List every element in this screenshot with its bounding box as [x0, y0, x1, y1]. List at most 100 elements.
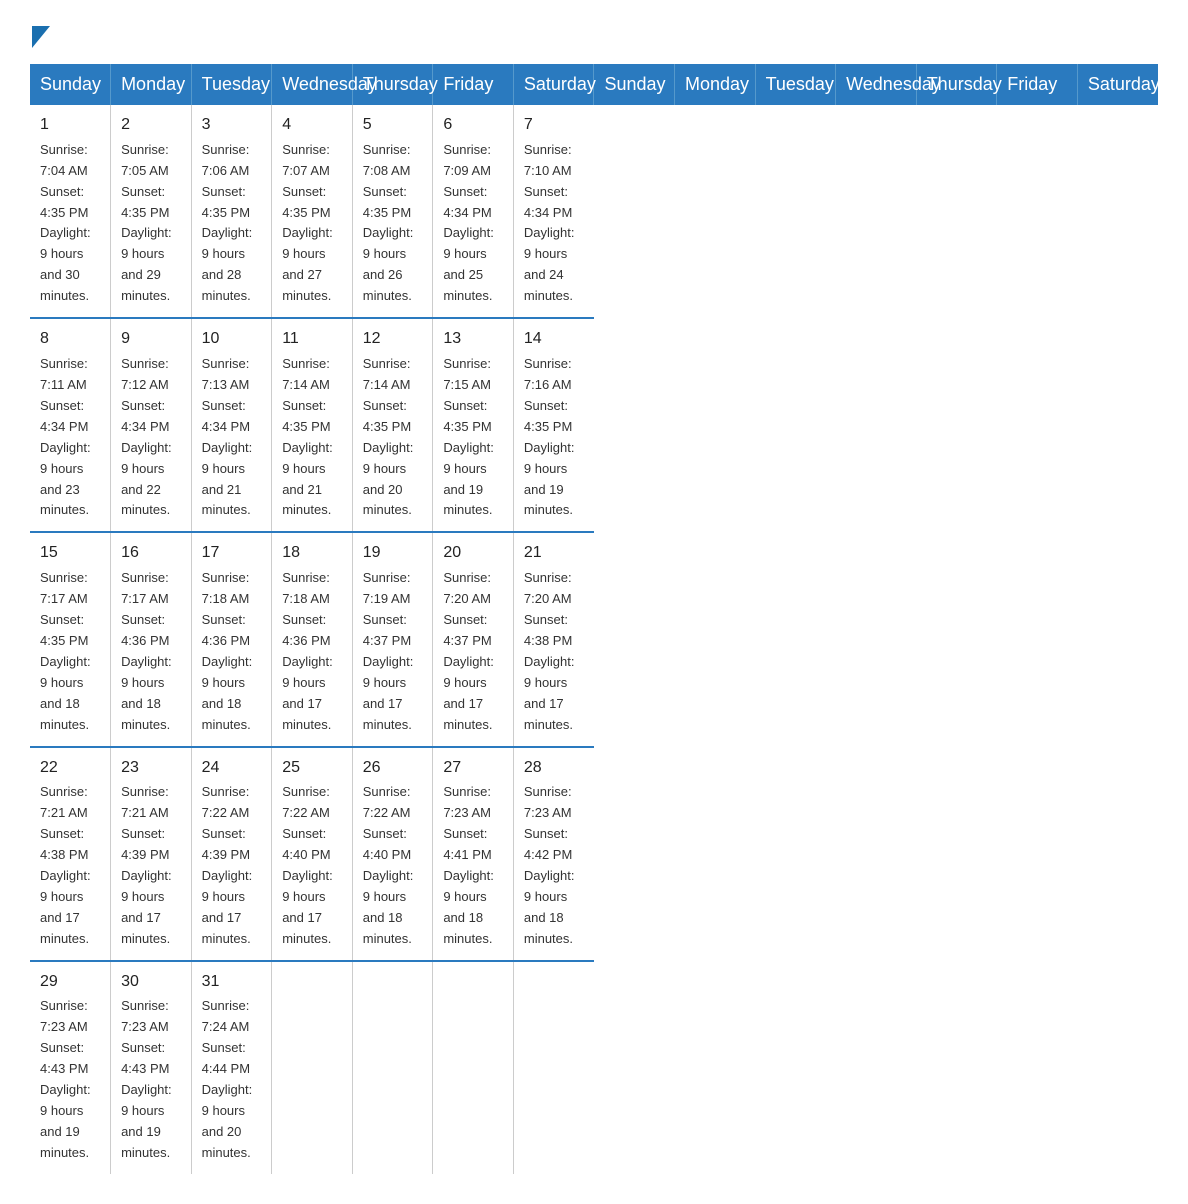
day-info: Sunrise: 7:17 AMSunset: 4:36 PMDaylight:…: [121, 570, 172, 731]
day-info: Sunrise: 7:22 AMSunset: 4:39 PMDaylight:…: [202, 784, 253, 945]
header-sunday: Sunday: [594, 64, 675, 105]
day-info: Sunrise: 7:13 AMSunset: 4:34 PMDaylight:…: [202, 356, 253, 517]
header-saturday: Saturday: [513, 64, 594, 105]
day-info: Sunrise: 7:11 AMSunset: 4:34 PMDaylight:…: [40, 356, 91, 517]
day-number: 28: [524, 756, 584, 781]
logo-triangle-icon: [32, 26, 50, 48]
calendar-cell: [513, 961, 594, 1174]
calendar-cell: 10 Sunrise: 7:13 AMSunset: 4:34 PMDaylig…: [191, 318, 272, 532]
calendar-cell: 1 Sunrise: 7:04 AMSunset: 4:35 PMDayligh…: [30, 105, 111, 318]
day-info: Sunrise: 7:21 AMSunset: 4:39 PMDaylight:…: [121, 784, 172, 945]
calendar-week-5: 29 Sunrise: 7:23 AMSunset: 4:43 PMDaylig…: [30, 961, 1158, 1174]
day-number: 19: [363, 541, 423, 566]
calendar-cell: 2 Sunrise: 7:05 AMSunset: 4:35 PMDayligh…: [111, 105, 192, 318]
header-friday: Friday: [997, 64, 1078, 105]
header-monday: Monday: [675, 64, 756, 105]
calendar-cell: 6 Sunrise: 7:09 AMSunset: 4:34 PMDayligh…: [433, 105, 514, 318]
day-number: 15: [40, 541, 100, 566]
day-info: Sunrise: 7:16 AMSunset: 4:35 PMDaylight:…: [524, 356, 575, 517]
calendar-cell: 12 Sunrise: 7:14 AMSunset: 4:35 PMDaylig…: [352, 318, 433, 532]
calendar-cell: [433, 961, 514, 1174]
day-info: Sunrise: 7:18 AMSunset: 4:36 PMDaylight:…: [282, 570, 333, 731]
header-saturday: Saturday: [1077, 64, 1158, 105]
day-number: 13: [443, 327, 503, 352]
day-info: Sunrise: 7:10 AMSunset: 4:34 PMDaylight:…: [524, 142, 575, 303]
day-info: Sunrise: 7:04 AMSunset: 4:35 PMDaylight:…: [40, 142, 91, 303]
calendar-cell: 28 Sunrise: 7:23 AMSunset: 4:42 PMDaylig…: [513, 747, 594, 961]
header-tuesday: Tuesday: [755, 64, 836, 105]
day-number: 2: [121, 113, 181, 138]
calendar-cell: 15 Sunrise: 7:17 AMSunset: 4:35 PMDaylig…: [30, 532, 111, 746]
calendar-cell: 5 Sunrise: 7:08 AMSunset: 4:35 PMDayligh…: [352, 105, 433, 318]
day-number: 5: [363, 113, 423, 138]
day-info: Sunrise: 7:20 AMSunset: 4:37 PMDaylight:…: [443, 570, 494, 731]
day-info: Sunrise: 7:14 AMSunset: 4:35 PMDaylight:…: [282, 356, 333, 517]
calendar-cell: 8 Sunrise: 7:11 AMSunset: 4:34 PMDayligh…: [30, 318, 111, 532]
calendar-week-1: 1 Sunrise: 7:04 AMSunset: 4:35 PMDayligh…: [30, 105, 1158, 318]
calendar-cell: 20 Sunrise: 7:20 AMSunset: 4:37 PMDaylig…: [433, 532, 514, 746]
calendar-cell: 31 Sunrise: 7:24 AMSunset: 4:44 PMDaylig…: [191, 961, 272, 1174]
header-wednesday: Wednesday: [836, 64, 917, 105]
day-info: Sunrise: 7:24 AMSunset: 4:44 PMDaylight:…: [202, 998, 253, 1159]
calendar-cell: 3 Sunrise: 7:06 AMSunset: 4:35 PMDayligh…: [191, 105, 272, 318]
day-number: 31: [202, 970, 262, 995]
calendar-cell: 25 Sunrise: 7:22 AMSunset: 4:40 PMDaylig…: [272, 747, 353, 961]
day-info: Sunrise: 7:09 AMSunset: 4:34 PMDaylight:…: [443, 142, 494, 303]
day-number: 21: [524, 541, 584, 566]
header-tuesday: Tuesday: [191, 64, 272, 105]
day-number: 26: [363, 756, 423, 781]
calendar-cell: 18 Sunrise: 7:18 AMSunset: 4:36 PMDaylig…: [272, 532, 353, 746]
calendar-cell: 4 Sunrise: 7:07 AMSunset: 4:35 PMDayligh…: [272, 105, 353, 318]
calendar-cell: 30 Sunrise: 7:23 AMSunset: 4:43 PMDaylig…: [111, 961, 192, 1174]
calendar-week-4: 22 Sunrise: 7:21 AMSunset: 4:38 PMDaylig…: [30, 747, 1158, 961]
calendar-cell: 7 Sunrise: 7:10 AMSunset: 4:34 PMDayligh…: [513, 105, 594, 318]
day-number: 12: [363, 327, 423, 352]
day-number: 9: [121, 327, 181, 352]
day-info: Sunrise: 7:05 AMSunset: 4:35 PMDaylight:…: [121, 142, 172, 303]
calendar-cell: 22 Sunrise: 7:21 AMSunset: 4:38 PMDaylig…: [30, 747, 111, 961]
day-info: Sunrise: 7:22 AMSunset: 4:40 PMDaylight:…: [363, 784, 414, 945]
calendar-cell: 26 Sunrise: 7:22 AMSunset: 4:40 PMDaylig…: [352, 747, 433, 961]
day-info: Sunrise: 7:07 AMSunset: 4:35 PMDaylight:…: [282, 142, 333, 303]
day-info: Sunrise: 7:18 AMSunset: 4:36 PMDaylight:…: [202, 570, 253, 731]
day-info: Sunrise: 7:08 AMSunset: 4:35 PMDaylight:…: [363, 142, 414, 303]
day-info: Sunrise: 7:19 AMSunset: 4:37 PMDaylight:…: [363, 570, 414, 731]
day-number: 20: [443, 541, 503, 566]
calendar-cell: 21 Sunrise: 7:20 AMSunset: 4:38 PMDaylig…: [513, 532, 594, 746]
page-header: [30, 20, 1158, 48]
day-number: 3: [202, 113, 262, 138]
calendar-cell: 13 Sunrise: 7:15 AMSunset: 4:35 PMDaylig…: [433, 318, 514, 532]
day-info: Sunrise: 7:12 AMSunset: 4:34 PMDaylight:…: [121, 356, 172, 517]
calendar-cell: [352, 961, 433, 1174]
day-number: 22: [40, 756, 100, 781]
logo: [30, 28, 50, 48]
calendar-cell: 29 Sunrise: 7:23 AMSunset: 4:43 PMDaylig…: [30, 961, 111, 1174]
day-number: 16: [121, 541, 181, 566]
day-info: Sunrise: 7:15 AMSunset: 4:35 PMDaylight:…: [443, 356, 494, 517]
day-number: 7: [524, 113, 584, 138]
calendar-cell: 11 Sunrise: 7:14 AMSunset: 4:35 PMDaylig…: [272, 318, 353, 532]
day-info: Sunrise: 7:17 AMSunset: 4:35 PMDaylight:…: [40, 570, 91, 731]
day-number: 10: [202, 327, 262, 352]
day-number: 4: [282, 113, 342, 138]
day-number: 17: [202, 541, 262, 566]
day-info: Sunrise: 7:23 AMSunset: 4:41 PMDaylight:…: [443, 784, 494, 945]
header-friday: Friday: [433, 64, 514, 105]
calendar-cell: 19 Sunrise: 7:19 AMSunset: 4:37 PMDaylig…: [352, 532, 433, 746]
day-info: Sunrise: 7:20 AMSunset: 4:38 PMDaylight:…: [524, 570, 575, 731]
calendar-cell: 9 Sunrise: 7:12 AMSunset: 4:34 PMDayligh…: [111, 318, 192, 532]
header-sunday: Sunday: [30, 64, 111, 105]
day-info: Sunrise: 7:06 AMSunset: 4:35 PMDaylight:…: [202, 142, 253, 303]
day-info: Sunrise: 7:21 AMSunset: 4:38 PMDaylight:…: [40, 784, 91, 945]
calendar-cell: 16 Sunrise: 7:17 AMSunset: 4:36 PMDaylig…: [111, 532, 192, 746]
day-number: 11: [282, 327, 342, 352]
calendar-cell: 17 Sunrise: 7:18 AMSunset: 4:36 PMDaylig…: [191, 532, 272, 746]
calendar-cell: 23 Sunrise: 7:21 AMSunset: 4:39 PMDaylig…: [111, 747, 192, 961]
day-info: Sunrise: 7:23 AMSunset: 4:43 PMDaylight:…: [40, 998, 91, 1159]
day-info: Sunrise: 7:22 AMSunset: 4:40 PMDaylight:…: [282, 784, 333, 945]
calendar-cell: 24 Sunrise: 7:22 AMSunset: 4:39 PMDaylig…: [191, 747, 272, 961]
calendar-week-2: 8 Sunrise: 7:11 AMSunset: 4:34 PMDayligh…: [30, 318, 1158, 532]
calendar-cell: 27 Sunrise: 7:23 AMSunset: 4:41 PMDaylig…: [433, 747, 514, 961]
day-number: 29: [40, 970, 100, 995]
day-number: 25: [282, 756, 342, 781]
